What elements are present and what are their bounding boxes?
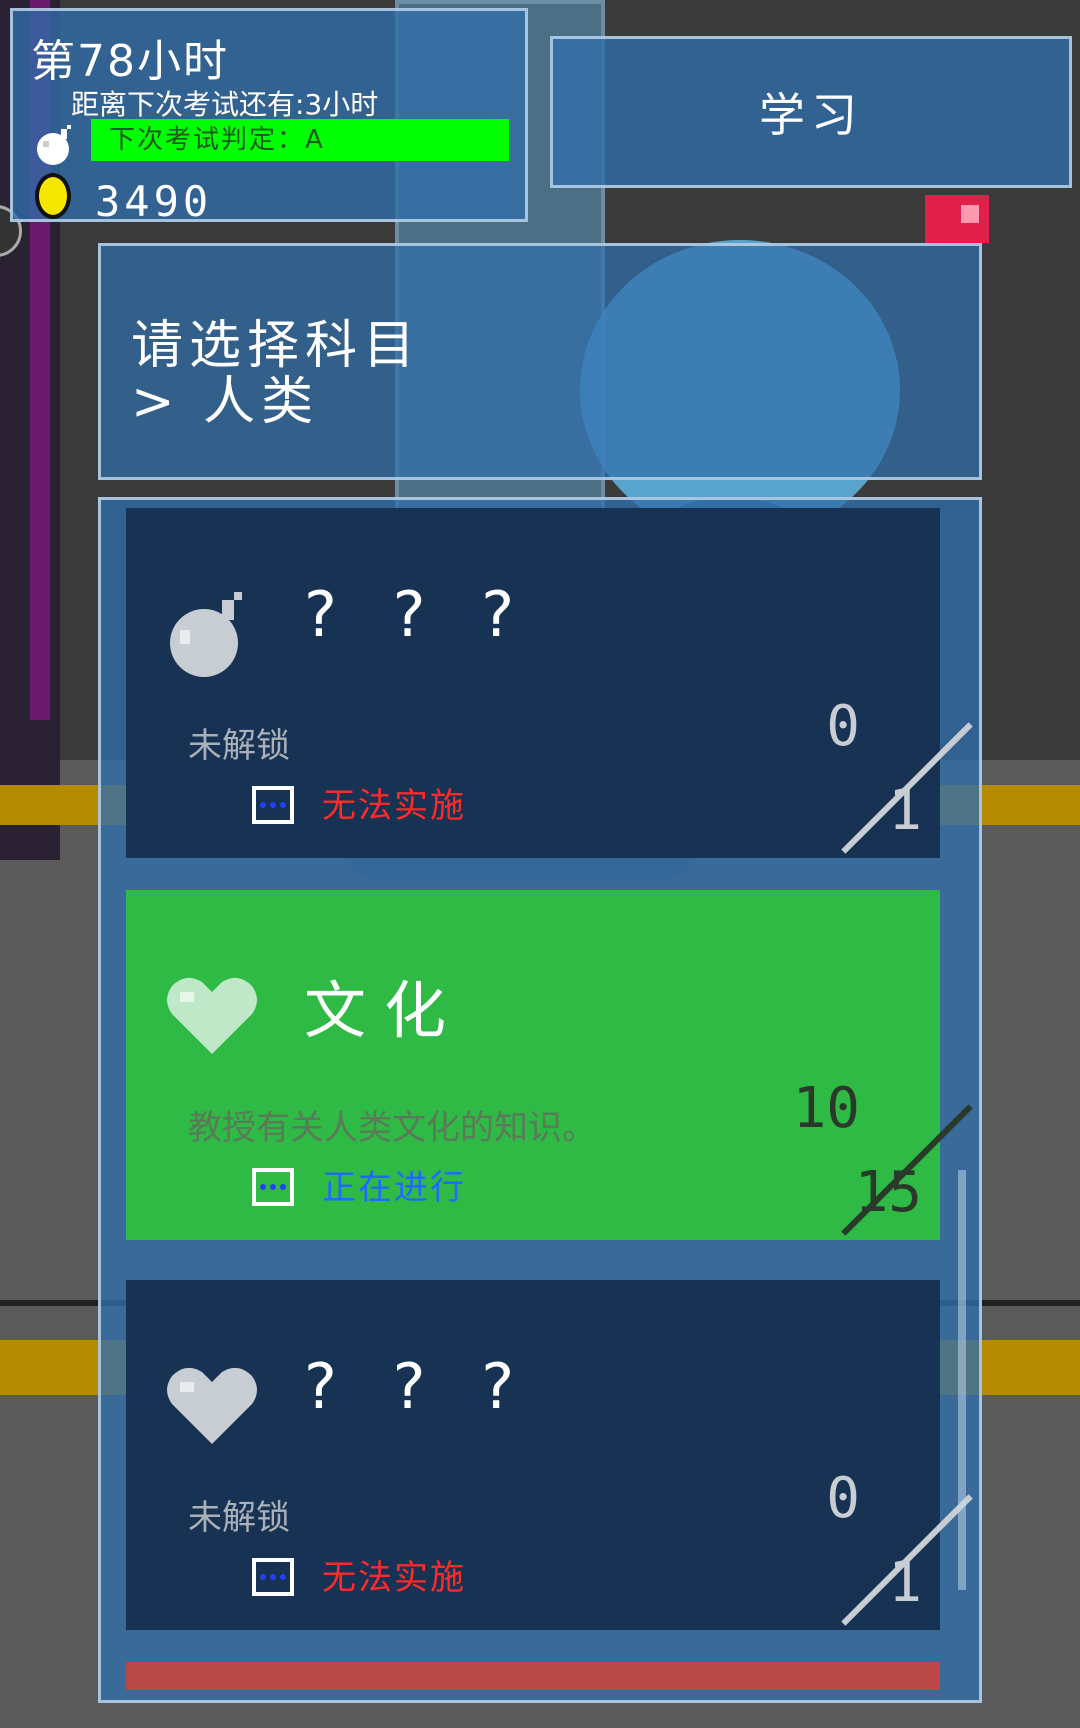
exam-judgement-bar: 下次考试判定：A — [91, 119, 509, 161]
bottom-bar — [126, 1662, 940, 1690]
subject-card-locked[interactable]: ? ? ? 未解锁 无法实施 0 1 — [126, 1280, 973, 1630]
subject-breadcrumb: > 人类 — [131, 372, 320, 432]
heart-icon — [167, 977, 257, 1054]
card-description: 教授有关人类文化的知识。 — [188, 1108, 596, 1148]
card-status: 正在进行 — [322, 1168, 466, 1208]
subject-header: 请选择科目 > 人类 — [98, 243, 982, 480]
subject-card-locked[interactable]: ? ? ? 未解锁 无法实施 0 1 — [126, 508, 973, 858]
card-title: 文化 — [304, 974, 465, 1047]
status-icon — [252, 1558, 294, 1596]
progress-current: 0 — [826, 1466, 860, 1531]
exam-countdown: 距离下次考试还有:3小时 — [71, 88, 379, 121]
hour-title: 第78小时 — [31, 36, 229, 87]
status-hud: 第78小时 距离下次考试还有:3小时 下次考试判定：A 3490 — [10, 8, 528, 226]
status-icon — [252, 786, 294, 824]
coin-count: 3490 — [95, 177, 213, 226]
card-status: 无法实施 — [322, 1558, 466, 1598]
coin-icon — [35, 173, 71, 219]
bomb-icon — [170, 592, 242, 677]
notification-dot — [925, 195, 989, 243]
bomb-icon — [37, 125, 71, 165]
card-description: 未解锁 — [188, 1498, 290, 1538]
card-description: 未解锁 — [188, 726, 290, 766]
status-icon — [252, 1168, 294, 1206]
progress-current: 0 — [826, 694, 860, 759]
progress-total: 1 — [888, 1550, 922, 1615]
card-status: 无法实施 — [322, 786, 466, 826]
card-title: ? ? ? — [304, 1350, 533, 1423]
scrollbar[interactable] — [958, 1170, 966, 1590]
subject-card-culture[interactable]: 文化 教授有关人类文化的知识。 正在进行 10 15 — [126, 890, 973, 1240]
study-button[interactable]: 学习 — [550, 36, 1072, 188]
heart-icon — [167, 1367, 257, 1444]
progress-current: 10 — [792, 1076, 860, 1141]
progress-total: 15 — [854, 1160, 922, 1225]
subject-prompt: 请选择科目 — [131, 316, 422, 376]
progress-total: 1 — [888, 778, 922, 843]
card-title: ? ? ? — [304, 578, 533, 651]
